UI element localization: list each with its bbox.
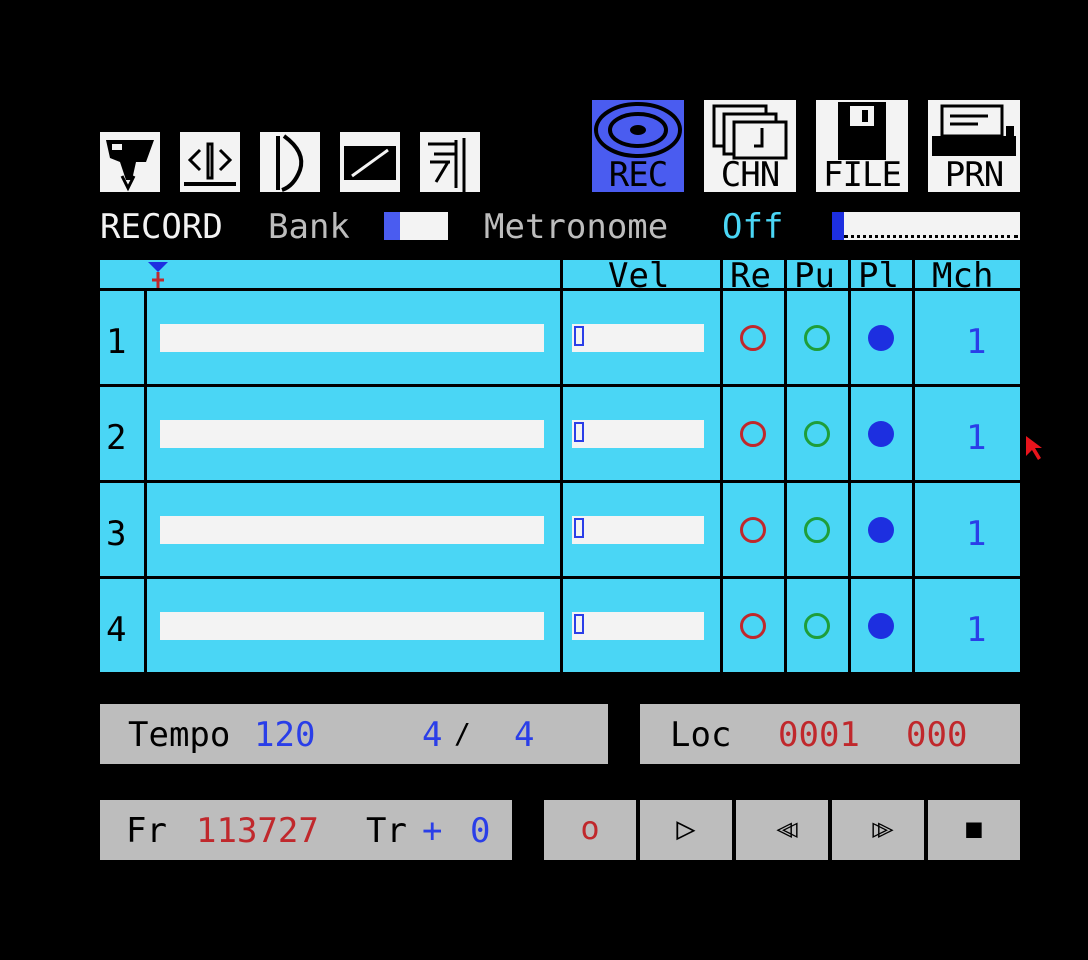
track-name-field[interactable] [160, 612, 544, 640]
record-toggle[interactable] [740, 421, 766, 447]
velocity-indicator [574, 422, 584, 442]
track-name-field[interactable] [160, 420, 544, 448]
chn-label: CHN [720, 155, 780, 195]
transpose-label: Tr [366, 811, 407, 851]
transpose-sign[interactable]: + [422, 814, 442, 848]
velocity-indicator [574, 326, 584, 346]
locator-bar[interactable]: 0001 [778, 718, 860, 752]
memory-panel: Fr 113727 Tr + 0 [100, 800, 512, 860]
bracket-curve-icon[interactable] [260, 132, 320, 192]
rewind-button[interactable]: ◁◁ [736, 800, 828, 860]
midi-channel[interactable]: 1 [966, 610, 986, 650]
play-toggle[interactable] [868, 517, 894, 543]
transpose-value[interactable]: 0 [470, 814, 490, 848]
bank-label: Bank [268, 207, 350, 247]
record-toggle[interactable] [740, 325, 766, 351]
grid-divider [720, 260, 723, 672]
track-name-field[interactable] [160, 516, 544, 544]
metronome-value[interactable]: Off [722, 210, 783, 244]
play-toggle[interactable] [868, 325, 894, 351]
record-toggle[interactable] [740, 517, 766, 543]
file-button[interactable]: FILE [816, 100, 908, 192]
play-toggle[interactable] [868, 613, 894, 639]
bank-selector[interactable] [384, 212, 448, 240]
tape-reel-icon [594, 102, 682, 158]
record-icon: o [580, 809, 600, 847]
punch-toggle[interactable] [804, 325, 830, 351]
play-icon: ▷ [676, 809, 696, 847]
grid-divider [560, 260, 563, 672]
track-grid: Vel Re Pu Pl Mch 1 1 2 1 3 1 4 1 [100, 256, 1020, 672]
fast-forward-icon: ▷▷ [872, 814, 893, 844]
metronome-slider-ticks [844, 232, 1018, 238]
rec-button[interactable]: REC [592, 100, 684, 192]
floppy-disk-icon [838, 102, 886, 160]
hand-pointer-icon[interactable] [100, 132, 160, 192]
slash-box-icon[interactable] [340, 132, 400, 192]
track-name-field[interactable] [160, 324, 544, 352]
grid-divider [144, 288, 147, 672]
mode-label: RECORD [100, 207, 223, 247]
velocity-indicator [574, 614, 584, 634]
grid-divider [848, 260, 851, 672]
grid-divider [912, 260, 915, 672]
metronome-slider[interactable] [832, 212, 1020, 240]
grid-divider [784, 260, 787, 672]
prn-button[interactable]: PRN [928, 100, 1020, 192]
record-toggle[interactable] [740, 613, 766, 639]
time-signature-beats[interactable]: 4 [422, 718, 442, 752]
track-number: 1 [106, 322, 127, 362]
velocity-slider[interactable] [572, 324, 704, 352]
midi-channel[interactable]: 1 [966, 322, 986, 362]
velocity-indicator [574, 518, 584, 538]
file-label: FILE [823, 155, 902, 195]
velocity-slider[interactable] [572, 516, 704, 544]
locator-label: Loc [670, 715, 732, 755]
play-toggle[interactable] [868, 421, 894, 447]
velocity-slider[interactable] [572, 420, 704, 448]
rewind-icon: ◁◁ [776, 814, 797, 844]
metronome-slider-knob [832, 212, 844, 240]
time-signature-unit[interactable]: 4 [514, 718, 534, 752]
time-signature-separator: / [454, 717, 471, 750]
mouse-cursor-icon [1026, 436, 1042, 460]
record-button[interactable]: o [544, 800, 636, 860]
velocity-slider[interactable] [572, 612, 704, 640]
punch-toggle[interactable] [804, 517, 830, 543]
tempo-graph-icon[interactable] [420, 132, 480, 192]
stop-icon: ■ [966, 814, 982, 844]
play-button[interactable]: ▷ [640, 800, 732, 860]
chn-button[interactable]: CHN [704, 100, 796, 192]
midi-channel[interactable]: 1 [966, 514, 986, 554]
prn-label: PRN [944, 155, 1004, 195]
punch-toggle[interactable] [804, 613, 830, 639]
locator-tick[interactable]: 000 [906, 718, 967, 752]
bank-indicator [384, 212, 400, 240]
midi-channel[interactable]: 1 [966, 418, 986, 458]
track-number: 4 [106, 610, 127, 650]
punch-toggle[interactable] [804, 421, 830, 447]
track-number: 3 [106, 514, 127, 554]
fast-forward-button[interactable]: ▷▷ [832, 800, 924, 860]
metronome-label: Metronome [484, 207, 669, 247]
position-marker-icon [148, 262, 168, 288]
tempo-value[interactable]: 120 [254, 718, 315, 752]
split-arrows-icon[interactable] [180, 132, 240, 192]
tempo-label: Tempo [128, 715, 231, 755]
stacked-pages-icon [712, 104, 788, 160]
locator-panel: Loc 0001 000 [640, 704, 1020, 764]
free-memory-label: Fr [126, 811, 167, 851]
free-memory-value: 113727 [196, 811, 319, 851]
rec-label: REC [608, 155, 668, 195]
printer-icon [932, 104, 1016, 156]
track-number: 2 [106, 418, 127, 458]
stop-button[interactable]: ■ [928, 800, 1020, 860]
tempo-panel: Tempo 120 4 / 4 [100, 704, 608, 764]
